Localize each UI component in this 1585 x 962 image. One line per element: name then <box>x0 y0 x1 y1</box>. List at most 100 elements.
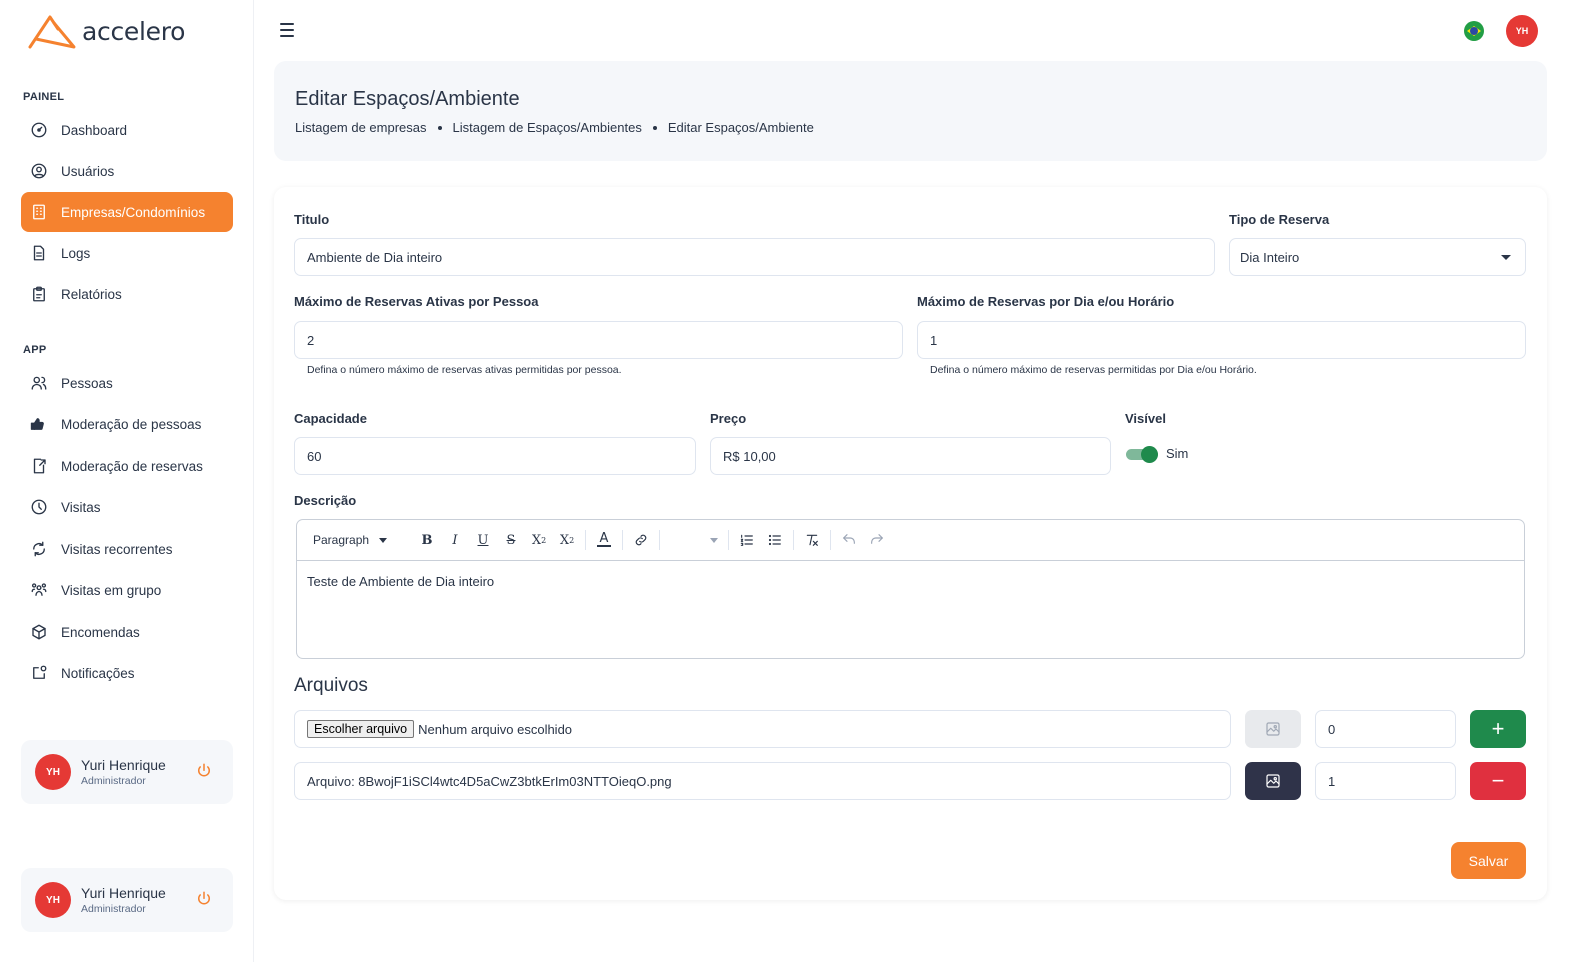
order-input[interactable]: 1 <box>1315 762 1456 800</box>
file-name: Arquivo: 8BwojF1iSCl4wtc4D5aCwZ3btkErIm0… <box>307 773 672 789</box>
toolbar-divider <box>585 530 586 550</box>
file-upload-input[interactable]: Escolher arquivo Nenhum arquivo escolhid… <box>294 710 1231 748</box>
choose-file-button[interactable]: Escolher arquivo <box>307 720 415 738</box>
breadcrumb: Listagem de empresas Listagem de Espaços… <box>295 120 814 135</box>
breadcrumb-current: Editar Espaços/Ambiente <box>667 120 814 135</box>
arquivos-title: Arquivos <box>294 675 368 696</box>
thumbs-icon <box>30 415 48 433</box>
capacidade-input[interactable]: 60 <box>294 437 696 475</box>
tipo-reserva-select[interactable]: Dia Inteiro <box>1229 238 1526 276</box>
menu-toggle-icon[interactable] <box>280 21 300 39</box>
page-title: Editar Espaços/Ambiente <box>295 88 520 110</box>
sidebar-item-dashboard[interactable]: Dashboard <box>21 110 233 150</box>
dashboard-icon <box>30 121 48 139</box>
notification-icon <box>30 664 48 682</box>
chevron-down-icon <box>710 537 718 543</box>
image-preview-button[interactable] <box>1245 710 1301 748</box>
toolbar-divider <box>659 530 660 550</box>
italic-icon[interactable]: I <box>441 526 469 554</box>
ordered-list-icon[interactable] <box>733 526 761 554</box>
sidebar-item-notificacoes[interactable]: Notificações <box>21 653 233 693</box>
power-icon[interactable] <box>195 890 213 908</box>
section-label-app: APP <box>23 344 47 356</box>
chevron-down-icon <box>1501 255 1511 260</box>
remove-file-button[interactable]: − <box>1470 762 1526 800</box>
bold-icon[interactable]: B <box>413 526 441 554</box>
visivel-label: Visível <box>1125 411 1166 426</box>
sidebar-item-pessoas[interactable]: Pessoas <box>21 363 233 403</box>
block-format-value: Paragraph <box>313 533 370 547</box>
undo-icon[interactable] <box>835 526 863 554</box>
save-button[interactable]: Salvar <box>1451 842 1526 879</box>
sidebar-item-usuarios[interactable]: Usuários <box>21 151 233 191</box>
user-role: Administrador <box>81 903 146 915</box>
underline-icon[interactable]: U <box>469 526 497 554</box>
sidebar-item-label: Empresas/Condomínios <box>61 204 206 220</box>
breadcrumb-link[interactable]: Listagem de Espaços/Ambientes <box>453 120 642 135</box>
clipboard-icon <box>30 285 48 303</box>
breadcrumb-separator <box>437 125 442 130</box>
user-circle-icon <box>30 162 48 180</box>
text-color-icon[interactable]: A <box>590 526 618 554</box>
clock-icon <box>30 498 48 516</box>
order-input[interactable]: 0 <box>1315 710 1456 748</box>
sidebar-item-moderacao-reservas[interactable]: Moderação de reservas <box>21 446 233 486</box>
sidebar-item-label: Dashboard <box>61 122 128 138</box>
image-preview-button[interactable] <box>1245 762 1301 800</box>
visivel-toggle[interactable] <box>1126 446 1158 463</box>
visivel-toggle-label: Sim <box>1166 446 1189 461</box>
editor-content[interactable]: Teste de Ambiente de Dia inteiro <box>297 561 1524 602</box>
tipo-reserva-value: Dia Inteiro <box>1240 249 1300 265</box>
subscript-icon[interactable]: X2 <box>525 526 553 554</box>
breadcrumb-link[interactable]: Listagem de empresas <box>295 120 427 135</box>
page-header: Editar Espaços/Ambiente Listagem de empr… <box>274 61 1547 161</box>
max-dia-label: Máximo de Reservas por Dia e/ou Horário <box>917 294 1175 309</box>
clear-format-icon[interactable] <box>798 526 826 554</box>
capacidade-label: Capacidade <box>294 411 367 426</box>
users-icon <box>30 374 48 392</box>
max-dia-input[interactable]: 1 <box>917 321 1526 359</box>
user-card: YH Yuri Henrique Administrador <box>21 740 233 804</box>
add-file-button[interactable]: + <box>1470 710 1526 748</box>
sidebar-item-visitas-grupo[interactable]: Visitas em grupo <box>21 570 233 610</box>
titulo-input[interactable]: Ambiente de Dia inteiro <box>294 238 1215 276</box>
brazil-flag-icon[interactable] <box>1464 21 1484 41</box>
link-icon[interactable] <box>627 526 655 554</box>
redo-icon[interactable] <box>863 526 891 554</box>
sidebar-item-label: Encomendas <box>61 624 140 640</box>
sidebar-item-empresas[interactable]: Empresas/Condomínios <box>21 192 233 232</box>
breadcrumb-separator <box>652 125 657 130</box>
file-status: Nenhum arquivo escolhido <box>418 721 573 737</box>
sidebar-item-logs[interactable]: Logs <box>21 233 233 273</box>
bullet-list-icon[interactable] <box>761 526 789 554</box>
sidebar-item-label: Pessoas <box>61 375 113 391</box>
sidebar-item-visitas-recorrentes[interactable]: Visitas recorrentes <box>21 529 233 569</box>
group-icon <box>30 581 48 599</box>
sidebar-item-encomendas[interactable]: Encomendas <box>21 612 233 652</box>
power-icon[interactable] <box>195 762 213 780</box>
preco-label: Preço <box>710 411 747 426</box>
user-name: Yuri Henrique <box>81 757 166 773</box>
toolbar-divider <box>830 530 831 550</box>
file-export-icon <box>30 457 48 475</box>
sidebar-item-visitas[interactable]: Visitas <box>21 487 233 527</box>
toolbar-divider <box>793 530 794 550</box>
preco-input[interactable]: R$ 10,00 <box>710 437 1111 475</box>
refresh-icon <box>30 540 48 558</box>
font-size-select[interactable] <box>664 537 724 543</box>
sidebar-item-moderacao-pessoas[interactable]: Moderação de pessoas <box>21 404 233 444</box>
accelero-logo-icon <box>28 15 76 49</box>
sidebar-item-label: Relatórios <box>61 286 122 302</box>
package-icon <box>30 623 48 641</box>
block-format-select[interactable]: Paragraph <box>313 533 413 547</box>
max-ativas-input[interactable]: 2 <box>294 321 903 359</box>
user-role: Administrador <box>81 775 146 787</box>
sidebar-item-label: Notificações <box>61 665 135 681</box>
sidebar-item-relatorios[interactable]: Relatórios <box>21 274 233 314</box>
strikethrough-icon[interactable]: S <box>497 526 525 554</box>
superscript-icon[interactable]: X2 <box>553 526 581 554</box>
logo[interactable]: accelero <box>28 12 185 50</box>
toolbar-divider <box>728 530 729 550</box>
profile-avatar[interactable]: YH <box>1506 15 1538 47</box>
chevron-down-icon <box>379 537 388 543</box>
